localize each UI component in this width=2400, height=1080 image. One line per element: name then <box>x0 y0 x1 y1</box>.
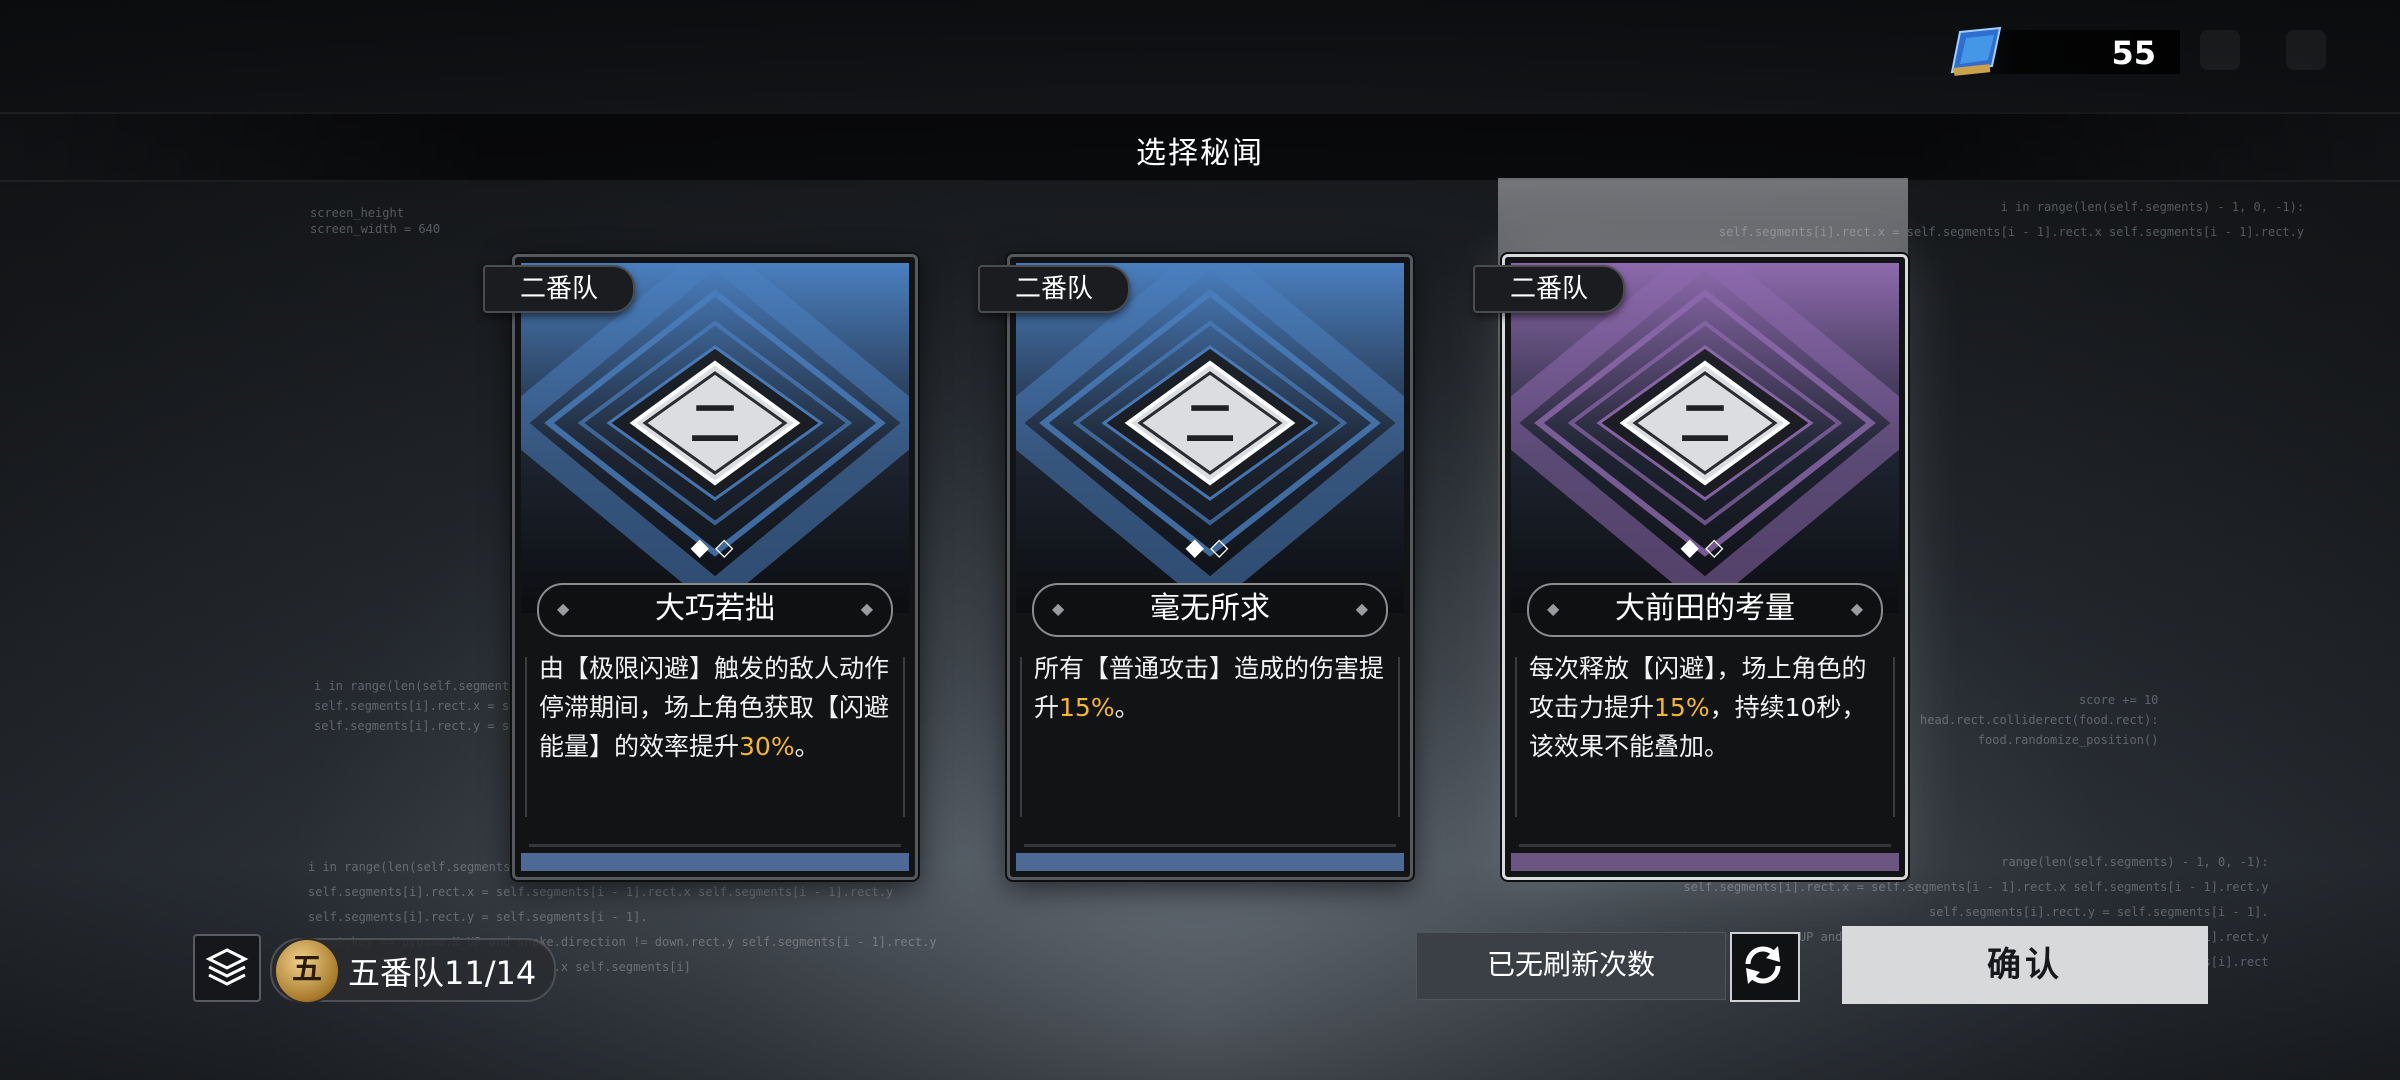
team-progress[interactable]: 五 五番队11/14 <box>270 938 556 1004</box>
card-team-tag: 二番队 <box>483 265 635 313</box>
emblem-glyph: 二 <box>690 395 740 453</box>
layers-icon <box>205 948 249 986</box>
refresh-icon <box>1745 946 1781 984</box>
card-team-tag: 二番队 <box>1473 265 1625 313</box>
card-team-tag: 二番队 <box>978 265 1130 313</box>
description-text: 。 <box>1114 693 1140 722</box>
currency-value: 55 <box>2111 34 2156 72</box>
card-divider <box>1024 844 1396 847</box>
ghost-icon <box>2286 30 2326 70</box>
secret-card[interactable]: 二 二番队 ◆◇ ◆ 大前田的考量 ◆ 每次释放【闪避】，场上角色的攻击力提升1… <box>1473 254 1908 880</box>
card-name-text: 毫无所求 <box>1150 591 1270 626</box>
refresh-status: 已无刷新次数 <box>1416 932 1726 1000</box>
diamond-icon: ◆ <box>1052 599 1065 618</box>
card-name: ◆ 大前田的考量 ◆ <box>1527 583 1883 637</box>
card-rail <box>903 657 905 817</box>
card-rail <box>525 657 527 817</box>
refresh-button[interactable] <box>1730 932 1800 1002</box>
emblem-glyph: 二 <box>1185 395 1235 453</box>
diamond-icon: ◆ <box>1547 599 1560 618</box>
title-bar: 选择秘闻 <box>0 112 2400 182</box>
ghost-icon <box>2200 30 2240 70</box>
team-progress-label: 五番队11/14 <box>348 954 537 992</box>
highlight-value: 15% <box>1059 693 1115 722</box>
confirm-button[interactable]: 确认 <box>1842 926 2208 1004</box>
secret-card[interactable]: 二 二番队 ◆◇ ◆ 大巧若拙 ◆ 由【极限闪避】触发的敌人动作停滞期间，场上角… <box>483 254 918 880</box>
card-color-bar <box>521 853 909 871</box>
emblem-glyph: 二 <box>1680 395 1730 453</box>
card-name-text: 大前田的考量 <box>1615 591 1795 626</box>
card-color-bar <box>1511 853 1899 871</box>
rarity-diamonds: ◆◇ <box>690 533 740 561</box>
description-text: 由【极限闪避】触发的敌人动作停滞期间，场上角色获取【闪避能量】的效率提升 <box>539 654 890 761</box>
layers-button[interactable] <box>193 934 261 1002</box>
secret-card[interactable]: 二 二番队 ◆◇ ◆ 毫无所求 ◆ 所有【普通攻击】造成的伤害提升15%。 <box>978 254 1413 880</box>
highlight-value: 15% <box>1654 693 1710 722</box>
card-name: ◆ 毫无所求 ◆ <box>1032 583 1388 637</box>
card-rail <box>1398 657 1400 817</box>
rarity-diamonds: ◆◇ <box>1185 533 1235 561</box>
card-divider <box>529 844 901 847</box>
team-badge-icon: 五 <box>274 938 340 1004</box>
bg-code-text: score += 10 head.rect.colliderect(food.r… <box>1920 693 2159 747</box>
card-rail <box>1893 657 1895 817</box>
card-divider <box>1519 844 1891 847</box>
card-name-text: 大巧若拙 <box>655 591 775 626</box>
card-rail <box>1515 657 1517 817</box>
diamond-icon: ◆ <box>860 599 873 618</box>
card-description: 由【极限闪避】触发的敌人动作停滞期间，场上角色获取【闪避能量】的效率提升30%。 <box>539 649 893 766</box>
page-title: 选择秘闻 <box>1136 136 1264 171</box>
diamond-icon: ◆ <box>557 599 570 618</box>
rarity-diamonds: ◆◇ <box>1680 533 1730 561</box>
card-description: 每次释放【闪避】，场上角色的攻击力提升15%，持续10秒，该效果不能叠加。 <box>1529 649 1883 766</box>
data-chip-icon <box>1950 26 2002 76</box>
bg-code-text: screen_height screen_width = 640 <box>310 206 441 236</box>
card-description: 所有【普通攻击】造成的伤害提升15%。 <box>1034 649 1388 727</box>
card-color-bar <box>1016 853 1404 871</box>
card-name: ◆ 大巧若拙 ◆ <box>537 583 893 637</box>
description-text: 。 <box>794 732 820 761</box>
highlight-value: 30% <box>739 732 795 761</box>
diamond-icon: ◆ <box>1850 599 1863 618</box>
diamond-icon: ◆ <box>1355 599 1368 618</box>
card-rail <box>1020 657 1022 817</box>
